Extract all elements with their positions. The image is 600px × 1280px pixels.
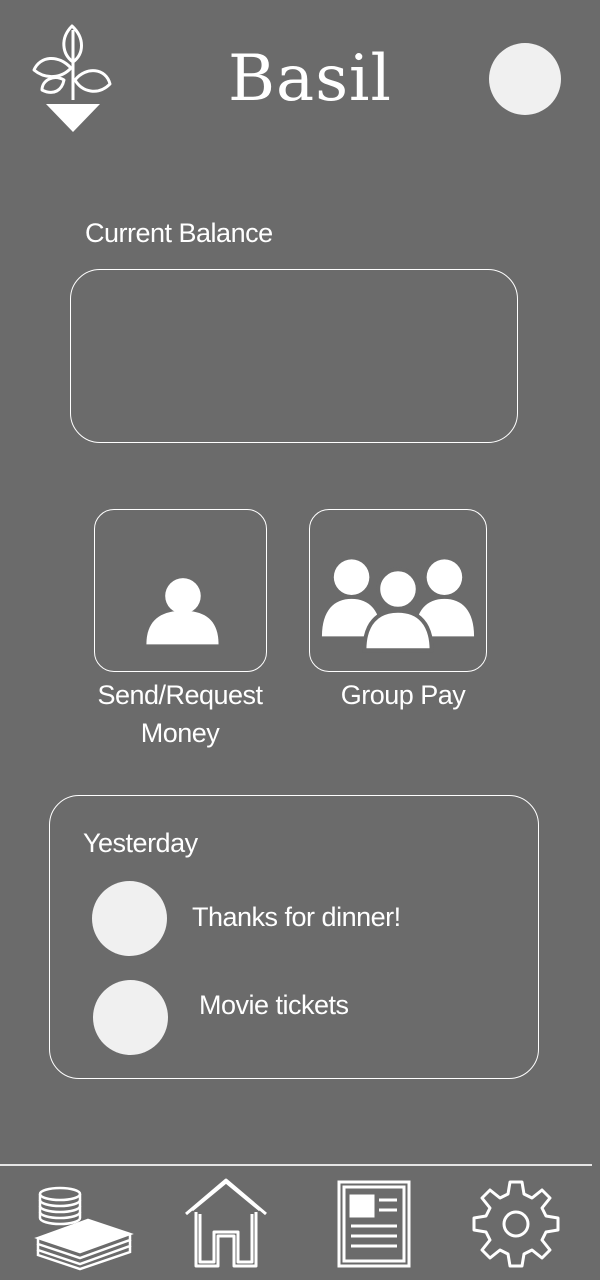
news-icon[interactable] [333,1172,415,1272]
balance-box [70,269,518,443]
nav-divider [0,1164,592,1166]
activity-heading: Yesterday [83,828,198,858]
transaction-label[interactable]: Thanks for dinner! [192,902,401,933]
transaction-avatar[interactable] [92,881,167,956]
balance-label: Current Balance [85,218,273,248]
send-request-button[interactable] [94,509,267,672]
person-icon [146,578,219,645]
home-icon[interactable] [180,1172,272,1272]
group-icon [321,559,475,653]
transaction-label[interactable]: Movie tickets [199,990,349,1021]
gear-icon[interactable] [470,1172,562,1272]
group-pay-button[interactable] [309,509,487,672]
send-request-label: Send/Request Money [97,680,263,748]
money-icon[interactable] [30,1172,140,1272]
group-pay-label: Group Pay [340,680,466,710]
transaction-avatar[interactable] [93,980,168,1055]
profile-avatar[interactable] [489,43,561,115]
